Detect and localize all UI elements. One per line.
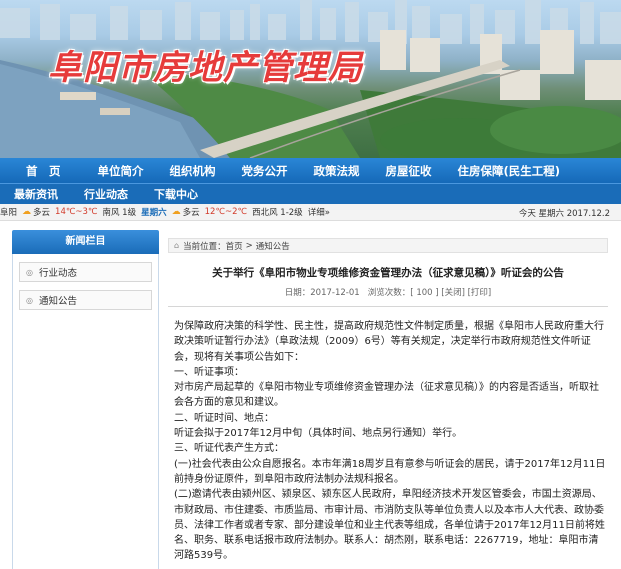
- breadcrumb-current[interactable]: 通知公告: [256, 240, 290, 252]
- site-title: 阜阳市房地产管理局: [48, 48, 363, 88]
- print-link[interactable]: [打印]: [468, 288, 492, 298]
- today-date: 今天 星期六 2017.12.2: [518, 209, 610, 219]
- bullet-icon: ◎: [26, 295, 33, 305]
- nav-home[interactable]: 首 页: [0, 163, 85, 179]
- nav-housing-security[interactable]: 住房保障(民生工程): [445, 163, 574, 179]
- breadcrumb-prefix: 当前位置：: [183, 241, 226, 252]
- weather-weekday: 星期六: [141, 208, 167, 218]
- weather-tomorrow-cond: 多云: [182, 208, 200, 218]
- paragraph: 三、听证代表产生方式：: [174, 443, 284, 455]
- main-content: ⌂ 当前位置： 首页 > 通知公告 关于举行《阜阳市物业专项维修资金管理办法（征…: [168, 238, 608, 564]
- paragraph: (一)社会代表由公众自愿报名。本市年满18周岁且有意参与听证会的居民，请于201…: [174, 458, 606, 485]
- nav-organization[interactable]: 组织机构: [157, 163, 229, 179]
- weather-details-link[interactable]: 详细»: [308, 206, 330, 218]
- article-body: 为保障政府决策的科学性、民主性，提高政府规范性文件制定质量，根据《阜阳市人民政府…: [168, 319, 608, 564]
- nav-policies[interactable]: 政策法规: [301, 163, 373, 179]
- weather-tomorrow-wind: 西北风 1-2级: [252, 208, 303, 218]
- divider: [168, 306, 608, 307]
- weather-today-wind: 南风 1级: [102, 208, 137, 218]
- sidebar-item-industry-news[interactable]: ◎ 行业动态: [19, 262, 152, 282]
- news-sidebar: 新闻栏目 ◎ 行业动态 ◎ 通知公告: [12, 230, 159, 569]
- main-nav: 首 页 单位简介 组织机构 党务公开 政策法规 房屋征收 住房保障(民生工程): [0, 158, 621, 183]
- paragraph: 对市房产局起草的《阜阳市物业专项维修资金管理办法（征求意见稿）》的内容是否适当，…: [174, 382, 599, 409]
- article-meta: 日期：2017-12-01 浏览次数：[ 100 ] [关闭] [打印]: [168, 286, 608, 298]
- nav-expropriation[interactable]: 房屋征收: [373, 163, 445, 179]
- cloudy-icon: ☁: [22, 207, 32, 217]
- paragraph: (二)邀请代表由颍州区、颍泉区、颍东区人民政府，阜阳经济技术开发区管委会，市国土…: [174, 489, 605, 562]
- weather-bar: 阜阳 ☁ 多云 14℃~3℃ 南风 1级 星期六 ☁ 多云 12℃~2℃ 西北风…: [0, 204, 621, 221]
- nav-party-affairs[interactable]: 党务公开: [229, 163, 301, 179]
- nav-industry-news[interactable]: 行业动态: [70, 186, 140, 202]
- paragraph: 一、听证事项：: [174, 366, 244, 378]
- date-label: 日期：: [284, 288, 311, 298]
- paragraph: 二、听证时间、地点：: [174, 412, 274, 424]
- view-count: [ 100 ]: [410, 288, 439, 298]
- breadcrumb-separator: >: [245, 240, 253, 251]
- sidebar-item-label: 通知公告: [38, 296, 77, 307]
- breadcrumb-home[interactable]: 首页: [226, 240, 243, 252]
- sidebar-item-label: 行业动态: [38, 268, 77, 279]
- sidebar-item-notices[interactable]: ◎ 通知公告: [19, 290, 152, 310]
- nav-about[interactable]: 单位简介: [85, 163, 157, 179]
- weather-tomorrow-temp: 12℃~2℃: [204, 207, 248, 217]
- bullet-icon: ◎: [26, 267, 33, 277]
- breadcrumb: ⌂ 当前位置： 首页 > 通知公告: [168, 238, 608, 253]
- cloudy-icon-2: ☁: [171, 207, 181, 217]
- site-banner: 阜阳市房地产管理局: [0, 0, 621, 158]
- sub-nav: 最新资讯 行业动态 下载中心: [0, 183, 621, 204]
- paragraph: 听证会拟于2017年12月中旬（具体时间、地点另行通知）举行。: [174, 428, 463, 440]
- article-title: 关于举行《阜阳市物业专项维修资金管理办法（征求意见稿）》听证会的公告: [212, 267, 564, 279]
- views-label: 浏览次数：: [367, 288, 411, 298]
- weather-today-temp: 14℃~3℃: [55, 207, 98, 217]
- article-date: 2017-12-01: [310, 288, 360, 298]
- nav-downloads[interactable]: 下载中心: [140, 186, 210, 202]
- weather-city: 阜阳: [0, 208, 18, 218]
- close-link[interactable]: [关闭]: [441, 288, 465, 298]
- weather-today-cond: 多云: [33, 208, 51, 218]
- sidebar-title: 新闻栏目: [12, 230, 159, 254]
- sidebar-body: ◎ 行业动态 ◎ 通知公告: [12, 254, 159, 569]
- paragraph: 为保障政府决策的科学性、民主性，提高政府规范性文件制定质量，根据《阜阳市人民政府…: [174, 321, 604, 363]
- nav-latest-news[interactable]: 最新资讯: [0, 186, 70, 202]
- home-icon: ⌂: [174, 241, 180, 250]
